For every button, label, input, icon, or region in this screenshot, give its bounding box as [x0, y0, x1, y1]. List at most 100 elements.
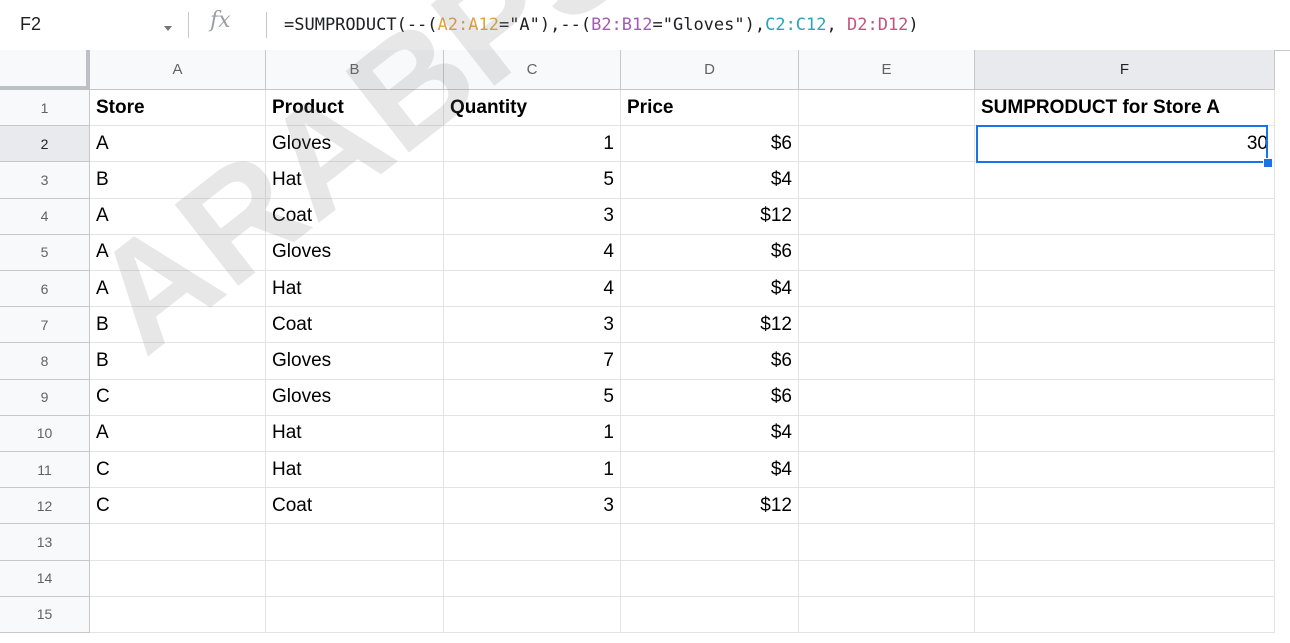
cell-a3[interactable]: B [90, 162, 266, 199]
cell-e3[interactable] [799, 162, 975, 199]
cell-c12[interactable]: 3 [444, 488, 621, 525]
row-header-15[interactable]: 15 [0, 596, 90, 633]
cell-b2[interactable]: Gloves [266, 126, 444, 163]
cell-f13[interactable] [975, 524, 1275, 561]
row-header-3[interactable]: 3 [0, 162, 90, 199]
cell-f2[interactable]: 30 [975, 126, 1275, 163]
cell-c13[interactable] [444, 524, 621, 561]
cell-d2[interactable]: $6 [621, 126, 799, 163]
column-header-d[interactable]: D [621, 50, 799, 90]
column-header-c[interactable]: C [444, 50, 621, 90]
cell-e13[interactable] [799, 524, 975, 561]
cell-d5[interactable]: $6 [621, 234, 799, 271]
row-header-9[interactable]: 9 [0, 379, 90, 416]
cell-d14[interactable] [621, 560, 799, 597]
cell-d13[interactable] [621, 524, 799, 561]
cell-f11[interactable] [975, 452, 1275, 489]
cell-f1[interactable]: SUMPRODUCT for Store A [975, 90, 1275, 127]
cell-e5[interactable] [799, 234, 975, 271]
cell-e6[interactable] [799, 271, 975, 308]
cell-f9[interactable] [975, 379, 1275, 416]
row-header-12[interactable]: 12 [0, 488, 90, 525]
cell-a13[interactable] [90, 524, 266, 561]
chevron-down-icon[interactable] [164, 26, 172, 31]
cell-c6[interactable]: 4 [444, 271, 621, 308]
cell-e2[interactable] [799, 126, 975, 163]
row-header-4[interactable]: 4 [0, 198, 90, 235]
cell-c10[interactable]: 1 [444, 415, 621, 452]
cell-a4[interactable]: A [90, 198, 266, 235]
cell-b13[interactable] [266, 524, 444, 561]
cell-a10[interactable]: A [90, 415, 266, 452]
cell-c15[interactable] [444, 596, 621, 633]
cell-e8[interactable] [799, 343, 975, 380]
cell-a5[interactable]: A [90, 234, 266, 271]
row-header-6[interactable]: 6 [0, 271, 90, 308]
cell-a12[interactable]: C [90, 488, 266, 525]
row-header-2[interactable]: 2 [0, 126, 90, 163]
cell-f8[interactable] [975, 343, 1275, 380]
cell-d10[interactable]: $4 [621, 415, 799, 452]
column-header-a[interactable]: A [90, 50, 266, 90]
cell-f4[interactable] [975, 198, 1275, 235]
cell-c1[interactable]: Quantity [444, 90, 621, 127]
cell-c11[interactable]: 1 [444, 452, 621, 489]
cell-a2[interactable]: A [90, 126, 266, 163]
cell-c14[interactable] [444, 560, 621, 597]
cell-e10[interactable] [799, 415, 975, 452]
cell-a6[interactable]: A [90, 271, 266, 308]
cell-e11[interactable] [799, 452, 975, 489]
cell-c7[interactable]: 3 [444, 307, 621, 344]
cell-b14[interactable] [266, 560, 444, 597]
cell-f10[interactable] [975, 415, 1275, 452]
cell-f7[interactable] [975, 307, 1275, 344]
cell-d8[interactable]: $6 [621, 343, 799, 380]
cell-b15[interactable] [266, 596, 444, 633]
cell-e1[interactable] [799, 90, 975, 127]
cell-d3[interactable]: $4 [621, 162, 799, 199]
cell-e15[interactable] [799, 596, 975, 633]
cell-b6[interactable]: Hat [266, 271, 444, 308]
row-header-1[interactable]: 1 [0, 90, 90, 127]
cell-b7[interactable]: Coat [266, 307, 444, 344]
cell-c3[interactable]: 5 [444, 162, 621, 199]
cell-b11[interactable]: Hat [266, 452, 444, 489]
cell-f3[interactable] [975, 162, 1275, 199]
name-box[interactable]: F2 [0, 0, 195, 50]
cell-e7[interactable] [799, 307, 975, 344]
cell-b9[interactable]: Gloves [266, 379, 444, 416]
select-all-corner[interactable] [0, 50, 90, 90]
row-header-10[interactable]: 10 [0, 415, 90, 452]
cell-b5[interactable]: Gloves [266, 234, 444, 271]
row-header-7[interactable]: 7 [0, 307, 90, 344]
cell-b12[interactable]: Coat [266, 488, 444, 525]
cell-d7[interactable]: $12 [621, 307, 799, 344]
cell-a15[interactable] [90, 596, 266, 633]
cell-d4[interactable]: $12 [621, 198, 799, 235]
formula-input[interactable]: =SUMPRODUCT(--(A2:A12="A"),--(B2:B12="Gl… [284, 15, 919, 35]
cell-d11[interactable]: $4 [621, 452, 799, 489]
fill-handle[interactable] [1263, 158, 1273, 169]
cell-a8[interactable]: B [90, 343, 266, 380]
cell-c4[interactable]: 3 [444, 198, 621, 235]
row-header-13[interactable]: 13 [0, 524, 90, 561]
row-header-14[interactable]: 14 [0, 560, 90, 597]
cell-b3[interactable]: Hat [266, 162, 444, 199]
cell-c9[interactable]: 5 [444, 379, 621, 416]
cell-e14[interactable] [799, 560, 975, 597]
cell-c8[interactable]: 7 [444, 343, 621, 380]
cell-b8[interactable]: Gloves [266, 343, 444, 380]
cell-a7[interactable]: B [90, 307, 266, 344]
cell-b4[interactable]: Coat [266, 198, 444, 235]
cell-d6[interactable]: $4 [621, 271, 799, 308]
cell-a11[interactable]: C [90, 452, 266, 489]
cell-d1[interactable]: Price [621, 90, 799, 127]
cell-f12[interactable] [975, 488, 1275, 525]
cell-c5[interactable]: 4 [444, 234, 621, 271]
cell-e9[interactable] [799, 379, 975, 416]
column-header-f[interactable]: F [975, 50, 1275, 90]
cell-d9[interactable]: $6 [621, 379, 799, 416]
row-header-11[interactable]: 11 [0, 452, 90, 489]
cell-b1[interactable]: Product [266, 90, 444, 127]
cell-e4[interactable] [799, 198, 975, 235]
